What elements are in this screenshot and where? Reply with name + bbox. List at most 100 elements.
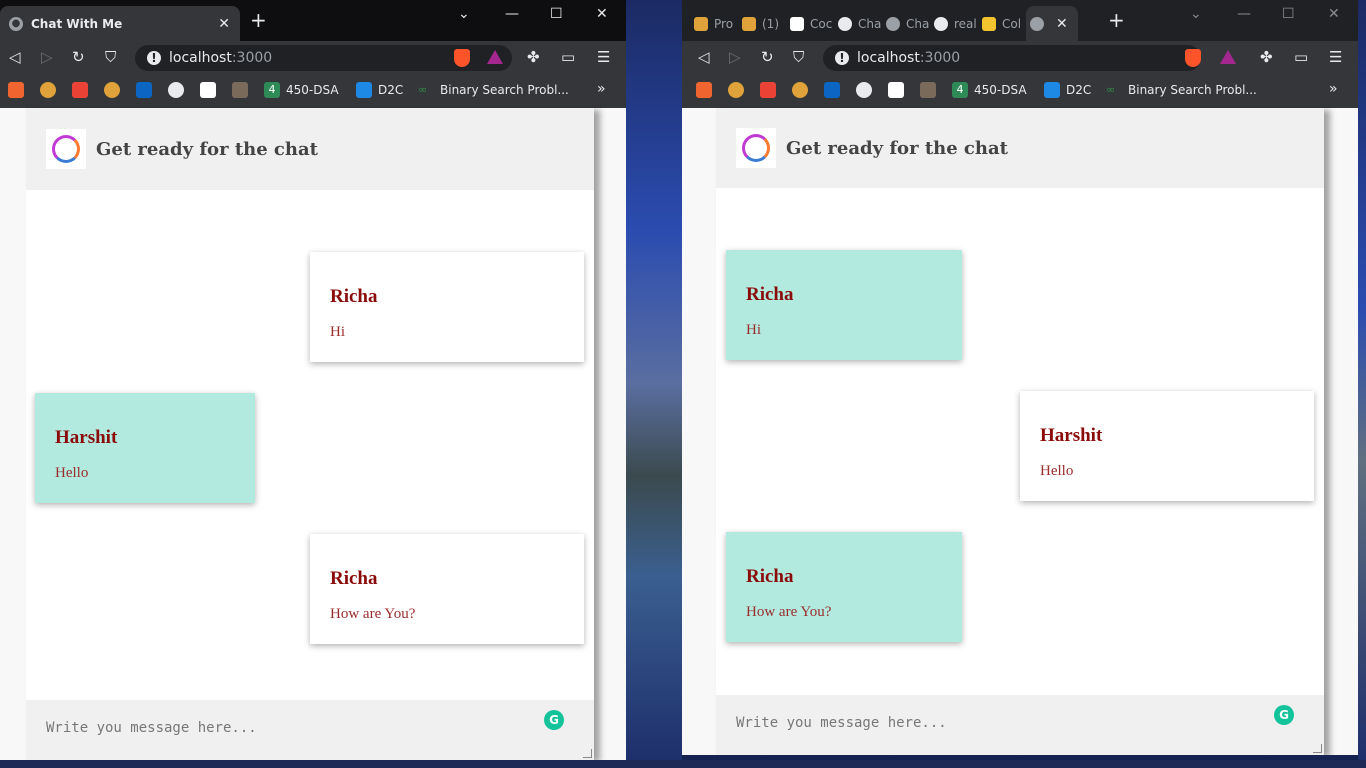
chat-container: Get ready for the chat Richa Hi Harshit …: [716, 108, 1324, 755]
resize-handle[interactable]: [1313, 744, 1322, 753]
github-icon: [856, 82, 872, 98]
bookmark-label: 450-DSA: [286, 83, 339, 97]
tab-item[interactable]: real: [930, 6, 978, 41]
message-sender: Harshit: [55, 427, 118, 448]
extensions-icon[interactable]: ✤: [527, 48, 540, 66]
tab-item[interactable]: Col: [978, 6, 1026, 41]
tab-item[interactable]: Cha: [834, 6, 882, 41]
bookmark-codechef[interactable]: [696, 82, 718, 98]
github-icon: [934, 16, 948, 31]
app-logo: [736, 128, 776, 168]
bookmark-chart[interactable]: [888, 82, 910, 98]
chart-icon: [790, 16, 804, 31]
wallet-icon[interactable]: ▭: [561, 48, 575, 66]
gfg-icon: ∞: [1106, 83, 1116, 96]
site-info-icon[interactable]: !: [835, 51, 849, 65]
tab-label: (1): [762, 16, 779, 31]
tab-strip: Pro (1) Coc Cha Cha real Col ✕ + ⌄ — ☐ ✕: [682, 0, 1358, 41]
bookmark-450-dsa[interactable]: 4 450-DSA: [952, 82, 1027, 98]
grammarly-icon[interactable]: G: [544, 710, 564, 730]
bookmark-chart[interactable]: [200, 82, 222, 98]
taskbar: [0, 760, 1366, 768]
chart-icon: [200, 82, 216, 98]
more-bookmarks-icon[interactable]: »: [597, 81, 606, 97]
bookmark-leetcode[interactable]: [40, 82, 62, 98]
grammarly-icon[interactable]: G: [1274, 705, 1294, 725]
tab-label: Cha: [906, 16, 930, 31]
minimize-icon[interactable]: —: [505, 6, 519, 22]
tab-chat-with-me[interactable]: ● Chat With Me ✕: [0, 6, 240, 41]
brave-shields-icon[interactable]: [454, 49, 470, 67]
minimize-icon[interactable]: —: [1237, 6, 1251, 22]
bookmark-leetcode-2[interactable]: [792, 82, 814, 98]
reload-icon[interactable]: ↻: [761, 48, 774, 66]
message-text: Hi: [746, 322, 761, 338]
more-bookmarks-icon[interactable]: »: [1329, 81, 1338, 97]
tab-item-active[interactable]: ✕: [1026, 6, 1078, 41]
bookmark-linkedin[interactable]: [824, 82, 846, 98]
brave-shields-icon[interactable]: [1185, 49, 1201, 67]
wallet-icon[interactable]: ▭: [1294, 48, 1308, 66]
back-icon[interactable]: ◁: [698, 48, 710, 66]
new-tab-icon[interactable]: +: [1108, 10, 1125, 30]
bookmark-cc[interactable]: [920, 82, 942, 98]
tab-search-icon[interactable]: ⌄: [458, 6, 470, 22]
brave-rewards-icon[interactable]: [1220, 50, 1236, 64]
forward-icon[interactable]: ▷: [729, 48, 741, 66]
maximize-icon[interactable]: ☐: [1282, 6, 1295, 22]
bookmark-icon[interactable]: ⛉: [793, 48, 804, 66]
close-window-icon[interactable]: ✕: [1328, 6, 1340, 22]
bookmark-d2c[interactable]: D2C: [356, 82, 403, 98]
back-icon[interactable]: ◁: [9, 48, 21, 66]
bookmarks-bar: 4 450-DSA D2C ∞ Binary Search Probl... »: [0, 73, 626, 109]
tab-search-icon[interactable]: ⌄: [1190, 6, 1202, 22]
browser-window-right: Pro (1) Coc Cha Cha real Col ✕ + ⌄ — ☐ ✕…: [682, 0, 1358, 755]
reload-icon[interactable]: ↻: [72, 48, 85, 66]
resize-handle[interactable]: [583, 749, 592, 758]
extensions-icon[interactable]: ✤: [1260, 48, 1273, 66]
address-bar[interactable]: ! localhost:3000: [823, 45, 1201, 71]
bookmark-450-dsa[interactable]: 4 450-DSA: [264, 82, 339, 98]
close-window-icon[interactable]: ✕: [596, 6, 608, 22]
tab-item[interactable]: Coc: [786, 6, 834, 41]
bookmark-codechef[interactable]: [8, 82, 30, 98]
bookmark-binary-search[interactable]: ∞ Binary Search Probl...: [1106, 82, 1257, 98]
leetcode-icon: [792, 82, 808, 98]
site-info-icon[interactable]: !: [147, 51, 161, 65]
bookmark-icon[interactable]: ⛉: [105, 48, 116, 66]
tab-item[interactable]: (1): [738, 6, 786, 41]
close-tab-icon[interactable]: ✕: [1056, 16, 1068, 32]
bookmark-gmail[interactable]: [72, 82, 94, 98]
bookmark-github[interactable]: [168, 82, 190, 98]
bookmark-binary-search[interactable]: ∞ Binary Search Probl...: [418, 82, 569, 98]
message-input[interactable]: [26, 700, 594, 760]
bookmark-github[interactable]: [856, 82, 878, 98]
cc-icon: [920, 82, 936, 98]
bookmark-cc[interactable]: [232, 82, 254, 98]
message-input[interactable]: [716, 695, 1324, 755]
chat-header: Get ready for the chat: [26, 108, 594, 190]
tab-label: Coc: [810, 16, 833, 31]
bookmark-leetcode[interactable]: [728, 82, 750, 98]
new-tab-icon[interactable]: +: [250, 10, 267, 30]
page-content: Get ready for the chat Richa Hi Harshit …: [682, 108, 1358, 755]
maximize-icon[interactable]: ☐: [550, 6, 563, 22]
url-host: localhost: [857, 50, 920, 66]
codechef-icon: [696, 82, 712, 98]
menu-icon[interactable]: ☰: [597, 48, 610, 66]
forward-icon[interactable]: ▷: [41, 48, 53, 66]
leetcode-icon: [40, 82, 56, 98]
close-tab-icon[interactable]: ✕: [218, 16, 230, 32]
bookmark-leetcode-2[interactable]: [104, 82, 126, 98]
bookmark-gmail[interactable]: [760, 82, 782, 98]
tab-label: Cha: [858, 16, 882, 31]
brave-rewards-icon[interactable]: [487, 50, 503, 64]
bookmark-linkedin[interactable]: [136, 82, 158, 98]
bookmark-d2c[interactable]: D2C: [1044, 82, 1091, 98]
menu-icon[interactable]: ☰: [1329, 48, 1342, 66]
desktop-wallpaper: [626, 0, 682, 768]
tab-item[interactable]: Pro: [690, 6, 738, 41]
toolbar: ◁ ▷ ↻ ⛉ ! localhost:3000 ✤ ▭ ☰: [682, 41, 1358, 73]
tab-item[interactable]: Cha: [882, 6, 930, 41]
toolbar: ◁ ▷ ↻ ⛉ ! localhost:3000 ✤ ▭ ☰: [0, 41, 626, 73]
